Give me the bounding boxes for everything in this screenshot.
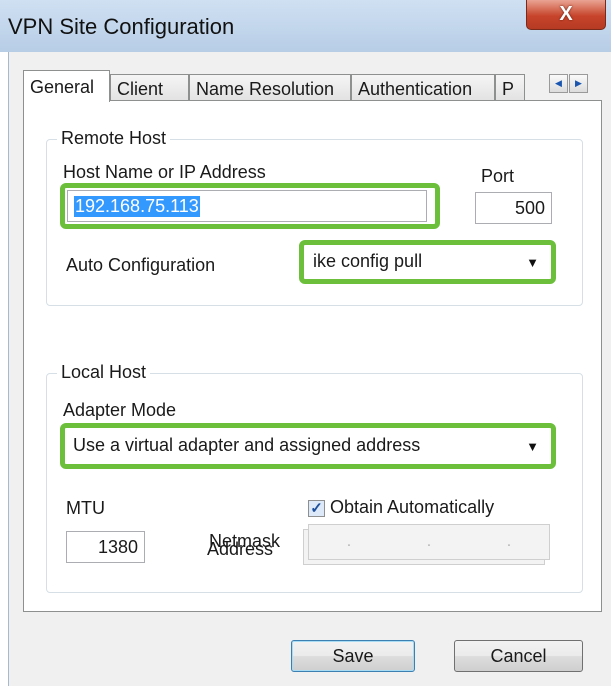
tab-authentication[interactable]: Authentication	[351, 74, 495, 101]
mtu-value: 1380	[97, 537, 138, 557]
tab-p[interactable]: P	[495, 74, 525, 101]
obtain-automatically-checkbox[interactable]: ✓	[308, 500, 325, 517]
local-host-legend: Local Host	[57, 362, 151, 383]
checkmark-icon: ✓	[310, 500, 323, 517]
auto-config-highlight	[299, 240, 556, 284]
tab-strip: General Client Name Resolution Authentic…	[23, 70, 603, 102]
port-value: 500	[514, 198, 545, 218]
close-icon: X	[559, 3, 573, 25]
tab-name-resolution[interactable]: Name Resolution	[189, 74, 351, 101]
save-button[interactable]: Save	[291, 640, 415, 672]
title-bar: VPN Site Configuration X	[0, 0, 611, 52]
tab-general[interactable]: General	[23, 70, 110, 102]
host-name-label: Host Name or IP Address	[63, 162, 266, 182]
tab-scroll-left-icon[interactable]: ◀	[549, 74, 568, 93]
tab-scroll-right-icon[interactable]: ▶	[569, 74, 588, 93]
host-name-highlight	[60, 183, 440, 229]
obtain-automatically-label[interactable]: Obtain Automatically	[330, 497, 494, 518]
tab-client[interactable]: Client	[110, 74, 189, 101]
port-input[interactable]: 500	[475, 192, 552, 224]
cancel-button[interactable]: Cancel	[454, 640, 583, 672]
mtu-input[interactable]: 1380	[66, 531, 145, 563]
port-label: Port	[481, 166, 515, 186]
mtu-label: MTU	[66, 498, 105, 518]
netmask-input: . . .	[308, 524, 550, 560]
adapter-mode-label: Adapter Mode	[63, 400, 177, 420]
auto-config-label: Auto Configuration	[66, 255, 216, 275]
remote-host-group: Remote Host Host Name or IP Address 192.…	[46, 128, 583, 306]
dialog-body: General Client Name Resolution Authentic…	[8, 52, 611, 686]
adapter-mode-highlight	[60, 423, 556, 469]
remote-host-legend: Remote Host	[57, 128, 171, 149]
local-host-group: Local Host Adapter Mode Use a virtual ad…	[46, 362, 583, 593]
netmask-label: Netmask	[209, 531, 281, 551]
close-button[interactable]: X	[526, 0, 606, 30]
window-title: VPN Site Configuration	[8, 14, 235, 39]
